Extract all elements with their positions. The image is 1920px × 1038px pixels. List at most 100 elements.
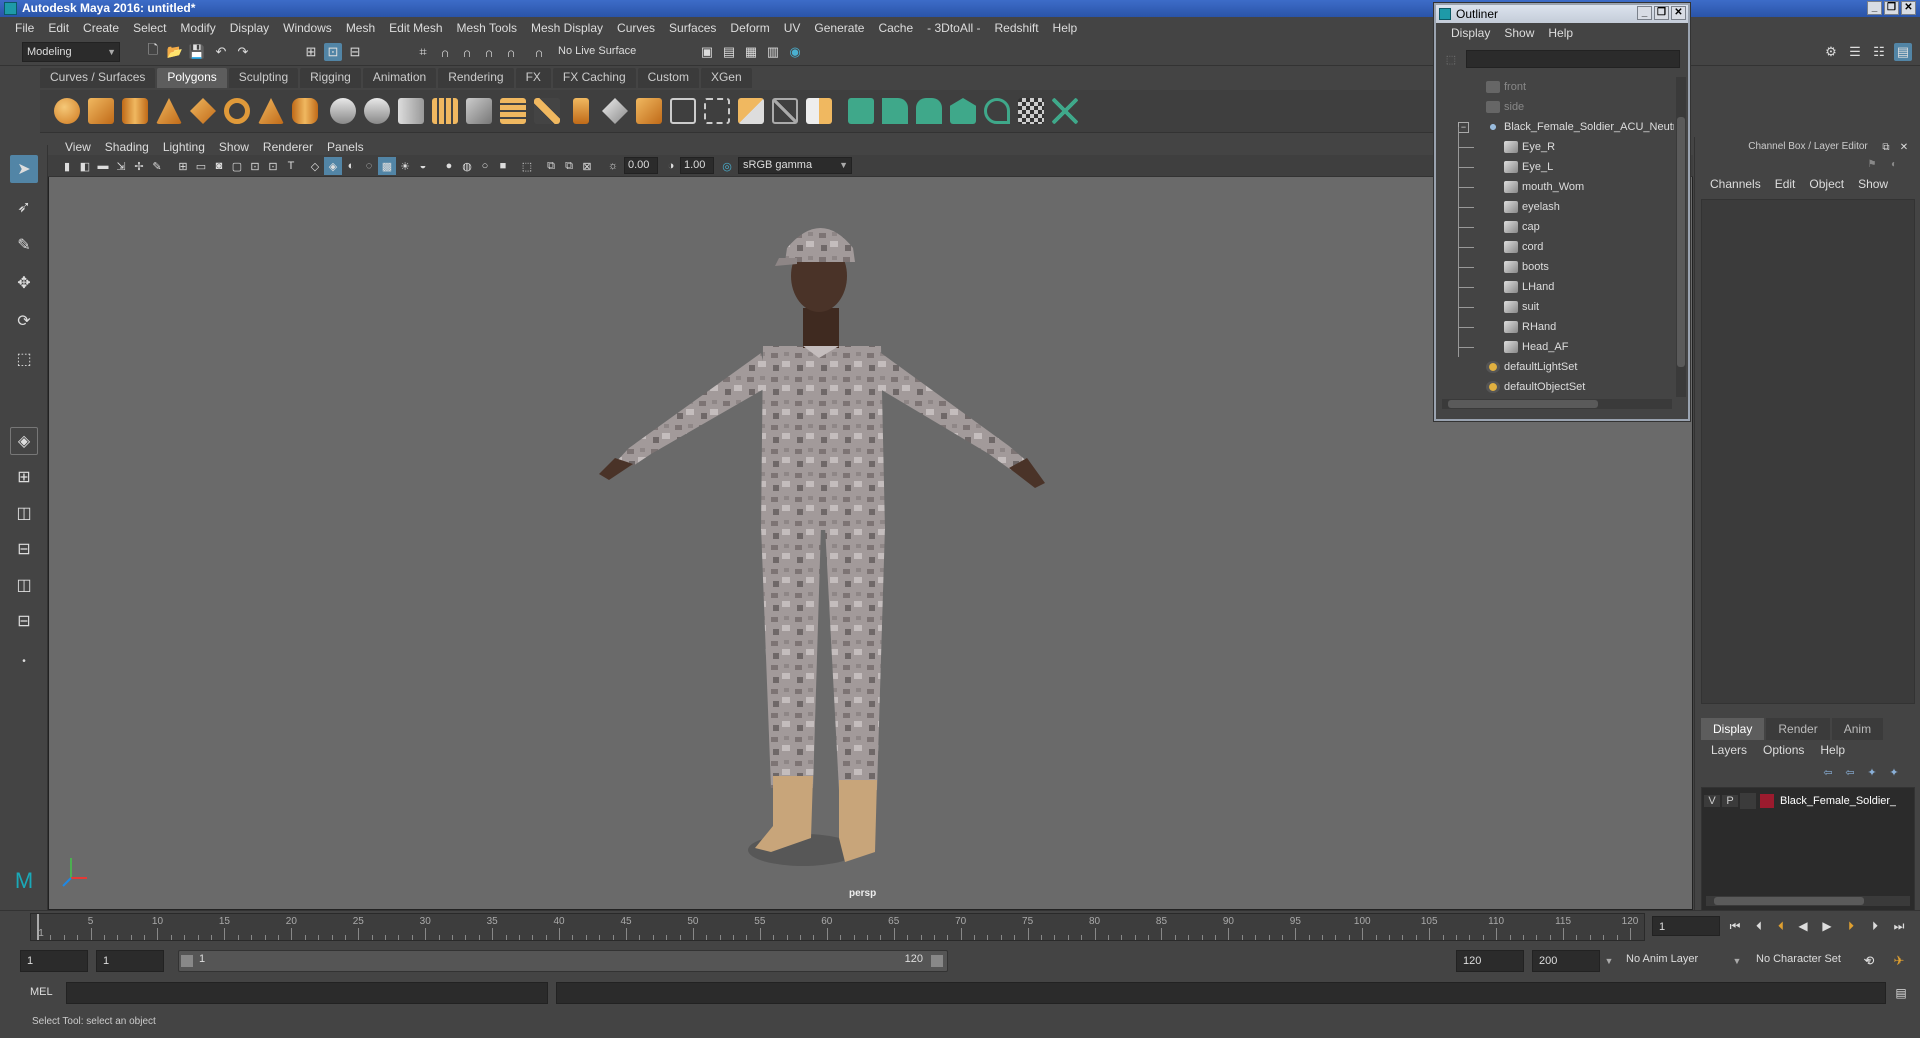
outliner-item[interactable]: cord	[1458, 237, 1543, 257]
use-all-lights-icon[interactable]: ☀	[396, 157, 414, 175]
auto-key-icon[interactable]: ⟲	[1860, 952, 1878, 970]
soldier-model[interactable]	[599, 228, 1045, 866]
render-frame-icon[interactable]: ▤	[720, 43, 738, 61]
2d-pan-zoom-icon[interactable]: ✢	[130, 157, 148, 175]
gate-mask-icon[interactable]: ▢	[228, 157, 246, 175]
chevron-down-icon[interactable]: ▼	[1600, 952, 1618, 970]
menu-cache[interactable]: Cache	[871, 21, 920, 35]
uv-spherical-icon[interactable]	[916, 98, 942, 124]
view-transform-dropdown[interactable]: sRGB gamma ▼	[738, 157, 852, 174]
animation-preferences-icon[interactable]: ✈	[1890, 952, 1908, 970]
animation-end-field[interactable]: 200	[1532, 950, 1600, 972]
current-frame-field[interactable]: 1	[1652, 916, 1720, 936]
menu-create[interactable]: Create	[76, 21, 126, 35]
wireframe-on-shaded-icon[interactable]: ◌	[360, 157, 378, 175]
panel-menu-show[interactable]: Show	[212, 140, 256, 154]
close-icon[interactable]: ✕	[1895, 138, 1913, 156]
combine-icon[interactable]	[330, 98, 356, 124]
rotate-tool-icon[interactable]: ⟳	[10, 307, 38, 335]
command-input[interactable]	[66, 982, 548, 1004]
playback-start-field[interactable]: 1	[96, 950, 164, 972]
bevel-icon[interactable]	[636, 98, 662, 124]
menu-3dtoall[interactable]: - 3DtoAll -	[920, 21, 987, 35]
bookmark-icon[interactable]: ▬	[94, 157, 112, 175]
outliner-item[interactable]: Eye_R	[1458, 137, 1555, 157]
extrude-icon[interactable]	[573, 98, 589, 124]
outliner-item[interactable]: mouth_Wom	[1458, 177, 1584, 197]
poly-torus-icon[interactable]	[224, 98, 250, 124]
time-ruler[interactable]: 1 5 10 15 20 25 30 35 40 45 50 55 60 65 70 75 80 85 90 95 10…	[30, 913, 1645, 941]
range-start-handle[interactable]	[181, 955, 193, 967]
grid-icon[interactable]: ⊞	[174, 157, 192, 175]
menu-surfaces[interactable]: Surfaces	[662, 21, 723, 35]
move-tool-icon[interactable]: ✥	[10, 269, 38, 297]
outliner-title-bar[interactable]: Outliner _ ❐ ✕	[1436, 5, 1688, 23]
outliner-item[interactable]: Head_AF	[1458, 337, 1568, 357]
layer-row[interactable]: V P Black_Female_Soldier_	[1704, 792, 1912, 810]
shelf-tab-fx[interactable]: FX	[515, 68, 551, 88]
outliner-menu-display[interactable]: Display	[1444, 26, 1497, 40]
menu-file[interactable]: File	[8, 21, 41, 35]
collapse-icon[interactable]: −	[1458, 122, 1469, 133]
outliner-item[interactable]: boots	[1458, 257, 1549, 277]
safe-action-icon[interactable]: ⊡	[264, 157, 282, 175]
open-scene-icon[interactable]: 📂	[166, 43, 184, 61]
undo-icon[interactable]: ↶	[212, 43, 230, 61]
snap-surface-icon[interactable]: ∩	[502, 43, 520, 61]
camera-attributes-icon[interactable]: ◧	[76, 157, 94, 175]
merge-icon[interactable]	[806, 98, 832, 124]
outliner-item[interactable]: defaultLightSet	[1486, 357, 1577, 377]
textured-icon[interactable]: ▩	[378, 157, 396, 175]
step-back-key-icon[interactable]: ⏴	[1772, 917, 1790, 935]
move-layer-up-icon[interactable]: ⇦	[1819, 763, 1837, 781]
panel-menu-view[interactable]: View	[58, 140, 98, 154]
outliner-hscroll-thumb[interactable]	[1448, 400, 1598, 408]
layer-color-swatch[interactable]	[1760, 794, 1774, 808]
outliner-menu-help[interactable]: Help	[1541, 26, 1580, 40]
script-editor-icon[interactable]: ▤	[1892, 984, 1910, 1002]
snap-curve-icon[interactable]: ∩	[436, 43, 454, 61]
more-layouts-icon[interactable]: •	[10, 647, 38, 675]
move-layer-down-icon[interactable]: ⇦	[1841, 763, 1859, 781]
default-material-icon[interactable]: ◐	[342, 157, 360, 175]
animation-start-field[interactable]: 1	[20, 950, 88, 972]
new-empty-layer-icon[interactable]: ✦	[1863, 763, 1881, 781]
color-management-icon[interactable]: ◎	[718, 157, 736, 175]
poly-cylinder-icon[interactable]	[122, 98, 148, 124]
anti-aliasing-icon[interactable]: ○	[476, 157, 494, 175]
range-end-handle[interactable]	[931, 955, 943, 967]
panel-menu-lighting[interactable]: Lighting	[156, 140, 212, 154]
shelf-tab-polygons[interactable]: Polygons	[157, 68, 227, 88]
shelf-tab-rendering[interactable]: Rendering	[438, 68, 514, 88]
outliner-maximize-button[interactable]: ❐	[1654, 6, 1669, 20]
modeling-toolkit-icon[interactable]: ☷	[1870, 43, 1888, 61]
channel-box-icon[interactable]: ⚑	[1863, 155, 1881, 173]
go-to-start-icon[interactable]: ⏮	[1726, 917, 1744, 935]
layer-hscrollbar[interactable]	[1706, 896, 1910, 906]
outliner-hscrollbar[interactable]	[1442, 399, 1672, 409]
range-slider-bar[interactable]: 1 120	[178, 950, 948, 972]
play-forwards-icon[interactable]: ▶	[1818, 917, 1836, 935]
film-gate-icon[interactable]: ▭	[192, 157, 210, 175]
layer-name[interactable]: Black_Female_Soldier_	[1780, 795, 1896, 807]
persp-graph-layout-icon[interactable]: ⊟	[10, 535, 38, 563]
uv-cut-icon[interactable]	[1052, 98, 1078, 124]
resolution-gate-icon[interactable]: ◙	[210, 157, 228, 175]
separate-icon[interactable]	[364, 98, 390, 124]
outliner-search-input[interactable]	[1466, 50, 1680, 68]
layer-tab-display[interactable]: Display	[1701, 718, 1765, 740]
poly-plane-icon[interactable]	[190, 98, 216, 124]
menu-help[interactable]: Help	[1046, 21, 1085, 35]
outliner-item[interactable]: RHand	[1458, 317, 1556, 337]
restore-button[interactable]: ❐	[1884, 1, 1899, 15]
uv-cylindrical-icon[interactable]	[882, 98, 908, 124]
menu-mesh-tools[interactable]: Mesh Tools	[450, 21, 524, 35]
panel-menu-panels[interactable]: Panels	[320, 140, 371, 154]
boolean-icon[interactable]	[500, 98, 526, 124]
menu-curves[interactable]: Curves	[610, 21, 662, 35]
hypershade-layout-icon[interactable]: ◫	[10, 571, 38, 599]
poly-sphere-icon[interactable]	[54, 98, 80, 124]
poly-pyramid-icon[interactable]	[258, 98, 284, 124]
minimize-button[interactable]: _	[1867, 1, 1882, 15]
lasso-tool-icon[interactable]: ➶	[10, 193, 38, 221]
